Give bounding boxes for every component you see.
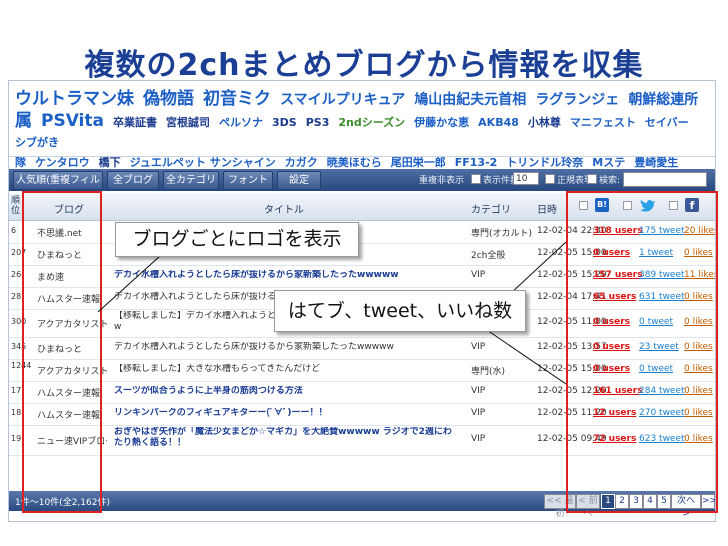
callout-leaders — [97, 241, 567, 385]
logo-callout: ブログごとにロゴを表示 — [115, 222, 359, 257]
social-count-callout: はてブ、tweet、いいね数 — [274, 290, 526, 332]
